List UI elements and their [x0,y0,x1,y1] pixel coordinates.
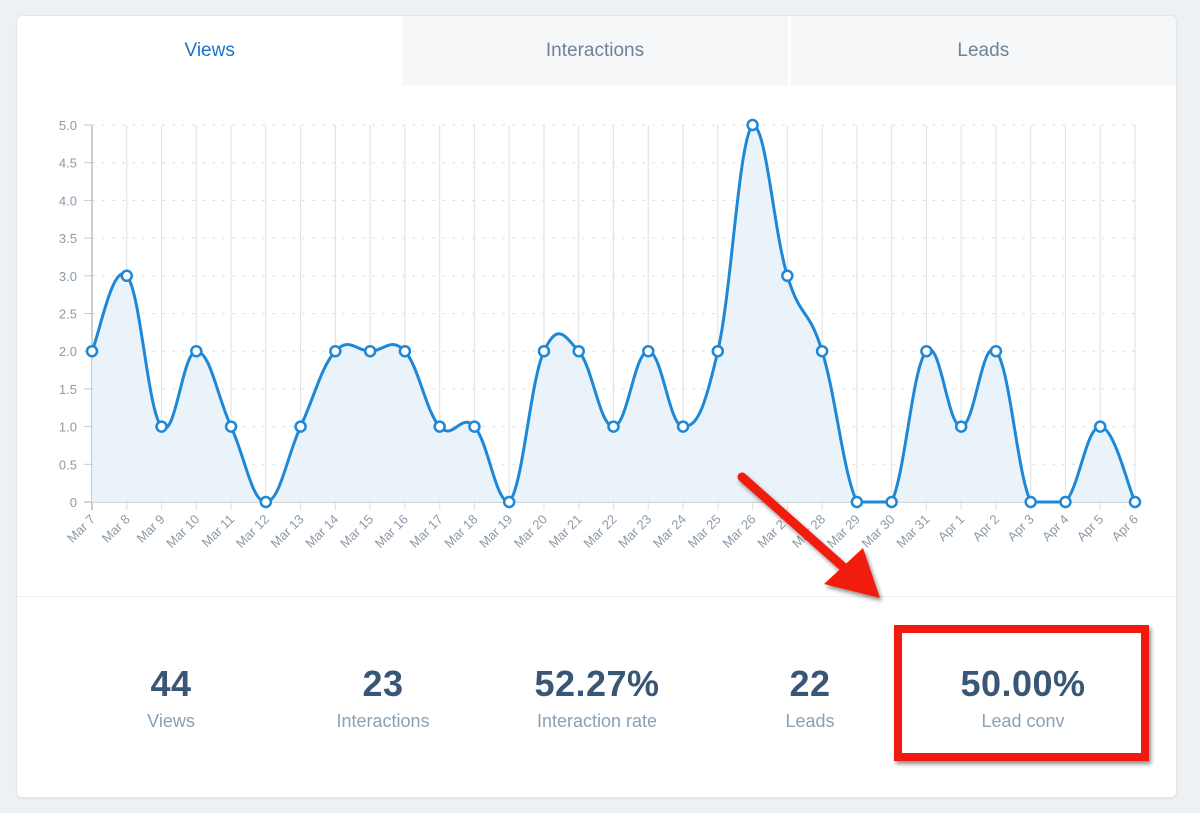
data-point [1059,495,1072,509]
stat-lead-conv: 50.00% Lead conv [913,597,1133,797]
stat-label: Interaction rate [536,711,658,731]
stat-value: 44 [150,663,192,704]
data-point [746,118,759,132]
y-tick-label: 2.0 [59,344,77,359]
tab-interactions[interactable]: Interactions [402,16,788,86]
data-point [781,269,794,283]
stat-value: 52.27% [534,663,660,704]
views-chart: 00.51.01.52.02.53.03.54.04.55.0 Mar 7 Mar… [59,118,1142,551]
data-point [259,495,273,509]
x-tick-label: Mar 10 [163,512,202,551]
metric-tabs: Views Interactions Leads [17,16,1176,86]
data-point [920,344,933,358]
data-point [1024,495,1037,509]
x-tick-label: Mar 22 [580,512,619,551]
x-tick-label: Apr 6 [1109,512,1142,545]
data-point [815,344,829,358]
data-point [502,495,516,509]
data-point [398,344,412,358]
x-tick-label: Apr 3 [1004,512,1037,545]
data-point [363,344,377,358]
x-tick-label: Mar 23 [615,512,654,551]
x-tick-label: Mar 16 [372,512,411,551]
stat-label: Leads [785,711,835,731]
stats-row: 44 Views 23 Interactions 52.27% Interact… [17,597,1176,797]
stat-value: 22 [789,663,831,704]
x-tick-label: Mar 13 [267,512,306,551]
stat-leads: 22 Leads [700,597,920,797]
x-tick-label: Apr 5 [1074,512,1107,545]
x-tick-label: Mar 7 [64,512,98,546]
data-point [676,420,690,433]
y-tick-label: 5.0 [59,118,77,133]
y-tick-label: 0 [70,495,77,510]
data-point [607,420,620,433]
x-tick-label: Mar 17 [407,512,446,551]
y-tick-label: 3.0 [59,269,77,284]
tab-leads[interactable]: Leads [787,16,1176,86]
x-tick-label: Mar 24 [650,512,689,551]
data-point [1093,420,1107,433]
y-tick-label: 1.5 [59,382,77,397]
stat-interactions: 23 Interactions [273,597,493,797]
x-tick-label: Mar 25 [685,512,724,551]
x-tick-labels: Mar 7 Mar 8 Mar 9Mar 10Mar 11Mar 12Mar 13M… [64,512,1141,551]
data-point [537,344,551,358]
data-point [642,344,655,358]
stat-value: 23 [362,663,404,704]
data-point [433,420,446,433]
data-point [294,420,307,433]
data-point [190,344,203,358]
tab-views[interactable]: Views [17,16,403,86]
y-tick-label: 3.5 [59,231,77,246]
data-point [85,344,99,358]
analytics-card: Views Interactions Leads 0 0.5 1.0 1.5 2.0 2.… [16,15,1177,798]
stat-label: Lead conv [981,711,1065,731]
stat-label: Views [147,711,195,731]
data-point [224,420,238,433]
y-tick-labels: 0 0.5 1.0 1.5 2.0 2.5 3.0 3.5 4.0 4.5 5.0 [59,118,77,510]
data-point [572,344,585,358]
data-point [120,269,134,283]
data-point [155,420,168,433]
x-tick-label: Mar 11 [199,512,238,551]
y-tick-label: 1.0 [59,420,77,435]
x-tick-label: Mar 18 [441,512,480,551]
x-tick-label: Mar 14 [302,512,341,551]
data-point [329,344,342,358]
y-tick-label: 2.5 [59,307,77,322]
x-tick-label: Mar 12 [233,512,272,551]
x-tick-label: Mar 21 [546,512,585,551]
stat-value: 50.00% [960,663,1086,704]
y-tick-label: 4.0 [59,193,77,208]
x-tick-label: Apr 4 [1039,512,1072,545]
y-tick-label: 0.5 [59,457,77,472]
data-point [989,344,1003,358]
x-tick-label: Mar 15 [337,512,376,551]
x-tick-label: Apr 1 [935,512,968,545]
data-point [954,420,968,433]
red-arrow-icon [737,472,880,598]
x-tick-label: Mar 20 [511,512,550,551]
x-tick-label: Mar 19 [476,512,515,551]
x-tick-label: Apr 2 [969,512,1002,545]
x-tick-label: Mar 8 [99,512,133,546]
y-tick-label: 4.5 [59,156,77,171]
stat-views: 44 Views [61,597,281,797]
data-point [1128,495,1142,509]
x-tick-label: Mar 31 [893,512,932,551]
data-point [711,344,725,358]
data-point [468,420,481,433]
stat-interaction-rate: 52.27% Interaction rate [487,597,707,797]
stat-label: Interactions [336,711,430,731]
